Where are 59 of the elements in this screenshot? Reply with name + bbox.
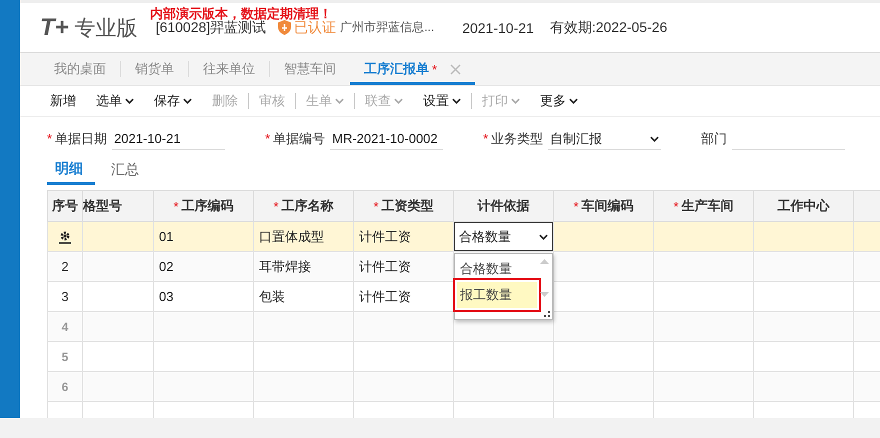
column-header: 格型号 <box>82 190 154 222</box>
login-date: 2021-10-21 <box>462 20 534 36</box>
detail-tab[interactable]: 明细 <box>47 155 95 185</box>
row-number: 4 <box>48 312 82 342</box>
caret-icon <box>335 98 344 104</box>
row-number: 6 <box>48 372 82 402</box>
table-cell: 02 <box>154 252 254 282</box>
certified-label: 已认证 <box>294 18 336 36</box>
toolbar-button[interactable]: 选单 <box>86 92 144 110</box>
chevron-icon <box>539 234 548 240</box>
expiry-date: 有效期:2022-05-26 <box>550 18 668 36</box>
select-field[interactable]: 自制汇报 <box>548 128 662 150</box>
table-cell: 口置体成型 <box>254 222 354 252</box>
caret-icon <box>569 98 578 104</box>
toolbar-button[interactable]: 新增 <box>40 92 86 110</box>
input-field[interactable]: MR-2021-10-0002 <box>330 128 444 150</box>
select-field[interactable]: 合格数量 <box>454 222 553 251</box>
field-label: 部门 <box>701 130 728 148</box>
column-header: * 生产车间 <box>654 190 754 222</box>
logo-text: 专业版 <box>74 16 138 42</box>
table-cell: 计件工资 <box>354 252 454 282</box>
chevron-icon <box>650 136 660 142</box>
column-header: * 工资类型 <box>354 190 454 222</box>
table-cell: 计件工资 <box>354 222 454 252</box>
company-name: 广州市羿蓝信息... <box>340 19 434 36</box>
demo-notice: 内部演示版本，数据定期清理！ <box>150 5 332 21</box>
caret-icon <box>511 98 520 104</box>
toolbar-button[interactable]: 设置 <box>413 92 471 110</box>
caret-icon <box>452 98 461 104</box>
caret-icon <box>394 98 403 104</box>
detail-tab[interactable]: 汇总 <box>103 155 151 185</box>
toolbar-button[interactable]: 保存 <box>144 92 202 110</box>
caret-icon <box>183 98 192 104</box>
resize-grip-icon[interactable] <box>544 311 550 317</box>
caret-icon <box>125 98 134 104</box>
shield-icon <box>278 20 292 35</box>
row-number: 2 <box>48 252 82 282</box>
field-label: * 单据编号 <box>265 130 326 148</box>
page-tab[interactable]: 我的桌面 <box>40 53 120 85</box>
input-field[interactable]: 2021-10-21 <box>112 128 226 150</box>
column-header: 工作中心 <box>754 190 854 222</box>
field-label: * 单据日期 <box>47 130 108 148</box>
dropdown-option[interactable]: 报工数量 <box>457 282 537 308</box>
toolbar-button[interactable]: 更多 <box>530 92 588 110</box>
column-header: 序号 <box>48 190 82 222</box>
page-tab[interactable]: 智慧车间 <box>270 53 350 85</box>
column-header: 计件依据 <box>454 190 554 222</box>
page-tab[interactable]: 往来单位 <box>189 53 269 85</box>
logo-mark: T+ <box>40 14 69 42</box>
scrollbar-arrows-icon <box>540 258 549 298</box>
gear-icon[interactable] <box>58 230 72 244</box>
column-header: * 车间编码 <box>554 190 654 222</box>
column-header: * 工序名称 <box>254 190 354 222</box>
field-label: * 业务类型 <box>483 130 544 148</box>
page-tab[interactable]: 销货单 <box>121 53 188 85</box>
page-tab[interactable]: 工序汇报单 * <box>350 53 476 85</box>
table-cell: 耳带焊接 <box>254 252 354 282</box>
column-header: * 工序编码 <box>154 190 254 222</box>
table-cell: 01 <box>154 222 254 252</box>
